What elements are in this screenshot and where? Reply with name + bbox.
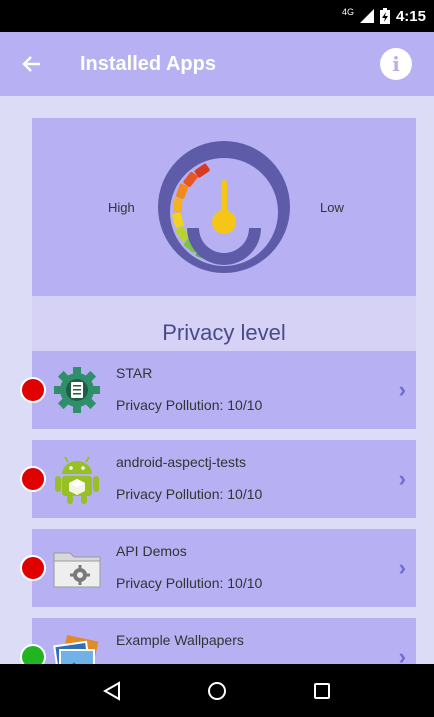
info-icon: i <box>392 52 400 76</box>
nav-recents-button[interactable] <box>302 671 342 711</box>
square-recents-icon <box>313 682 330 699</box>
page-title: Installed Apps <box>80 52 216 75</box>
info-button[interactable]: i <box>380 48 412 80</box>
status-dot <box>20 555 46 581</box>
app-name: STAR <box>116 365 153 381</box>
nav-home-button[interactable] <box>197 671 237 711</box>
chevron-right-icon: › <box>398 466 406 491</box>
screen: 4G 4:15 Installed Apps i High Low Privac… <box>0 0 434 717</box>
app-name: android-aspectj-tests <box>116 454 246 470</box>
privacy-level-title: Privacy level <box>162 320 286 345</box>
circle-home-icon <box>207 681 226 700</box>
app-pollution: Privacy Pollution: 10/10 <box>116 575 263 591</box>
triangle-back-icon <box>103 680 121 701</box>
app-row-star[interactable]: STAR Privacy Pollution: 10/10 › <box>20 351 416 429</box>
privacy-gauge: High Low <box>32 118 416 296</box>
app-row-android-aspectj-tests[interactable]: android-aspectj-tests Privacy Pollution:… <box>20 440 416 518</box>
app-name: Example Wallpapers <box>116 632 244 648</box>
gauge-low-label: Low <box>320 200 344 215</box>
chevron-right-icon: › <box>398 377 406 402</box>
app-pollution: Privacy Pollution: 10/10 <box>116 486 263 502</box>
privacy-level-card: High Low Privacy level <box>32 118 416 366</box>
arrow-left-icon <box>22 56 40 72</box>
network-type: 4G <box>341 7 354 17</box>
navigation-bar <box>0 664 434 717</box>
signal-icon <box>359 9 374 23</box>
battery-icon <box>379 8 390 24</box>
status-dot <box>20 377 46 403</box>
clock: 4:15 <box>395 7 426 25</box>
app-row-api-demos[interactable]: API Demos Privacy Pollution: 10/10 › <box>20 529 416 607</box>
gear-document-icon <box>54 367 100 413</box>
chevron-right-icon: › <box>398 555 406 580</box>
android-robot-icon <box>55 456 99 504</box>
app-name: API Demos <box>116 543 187 559</box>
app-bar: Installed Apps i <box>0 32 434 96</box>
folder-gear-icon <box>53 552 101 588</box>
gauge-icon <box>158 141 290 273</box>
app-pollution: Privacy Pollution: 10/10 <box>116 397 263 413</box>
gauge-high-label: High <box>108 200 135 215</box>
status-dot <box>20 466 46 492</box>
status-bar: 4G 4:15 <box>0 0 434 32</box>
back-button[interactable] <box>4 32 60 96</box>
nav-back-button[interactable] <box>92 671 132 711</box>
